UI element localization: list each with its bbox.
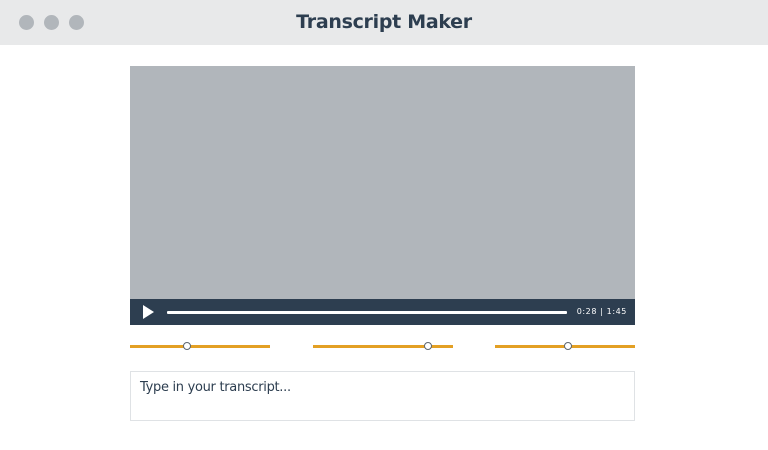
- slider-track: [313, 345, 453, 348]
- slider-track: [130, 345, 270, 348]
- play-icon: [143, 305, 154, 319]
- slider-thumb[interactable]: [423, 342, 432, 350]
- slider-thumb[interactable]: [183, 342, 192, 350]
- play-button[interactable]: [140, 304, 156, 320]
- app-title: Transcript Maker: [296, 11, 472, 33]
- video-player[interactable]: 0:28 | 1:45: [130, 66, 635, 325]
- adjust-slider-2[interactable]: [313, 341, 453, 353]
- adjust-slider-1[interactable]: [130, 341, 270, 353]
- time-readout: 0:28 | 1:45: [576, 307, 627, 316]
- player-controls: 0:28 | 1:45: [130, 299, 635, 325]
- transcript-placeholder: Type in your transcript...: [140, 380, 291, 395]
- adjust-slider-3[interactable]: [495, 341, 635, 353]
- video-screen[interactable]: [130, 66, 635, 299]
- transcript-input[interactable]: Type in your transcript...: [130, 371, 635, 421]
- slider-thumb[interactable]: [563, 342, 572, 350]
- progress-scrubber[interactable]: [167, 311, 567, 314]
- title-bar: Transcript Maker: [0, 0, 768, 45]
